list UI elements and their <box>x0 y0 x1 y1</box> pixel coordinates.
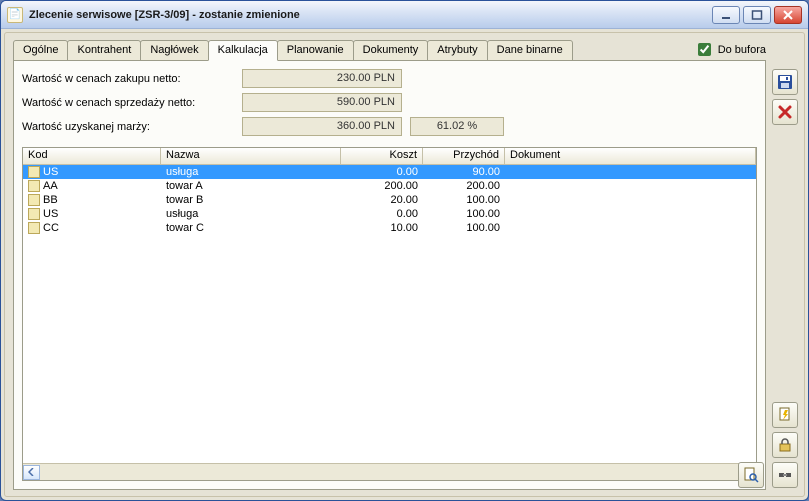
link-button[interactable] <box>772 462 798 488</box>
tab-planowanie[interactable]: Planowanie <box>277 40 354 61</box>
cancel-button[interactable] <box>772 99 798 125</box>
floppy-icon <box>777 74 793 90</box>
cell-koszt: 0.00 <box>341 207 423 221</box>
cell-koszt: 10.00 <box>341 221 423 235</box>
cell-dokument <box>505 179 756 193</box>
row-icon <box>28 208 40 220</box>
cell-kod: AA <box>23 179 161 193</box>
plug-icon <box>777 467 793 483</box>
tab-dokumenty[interactable]: Dokumenty <box>353 40 429 61</box>
table-row[interactable]: CCtowar C10.00100.00 <box>23 221 756 235</box>
cell-przychod: 90.00 <box>423 165 505 179</box>
cell-nazwa: towar A <box>161 179 341 193</box>
grid-body[interactable]: USusługa0.0090.00AAtowar A200.00200.00BB… <box>23 165 756 463</box>
tab-atrybuty[interactable]: Atrybuty <box>427 40 487 61</box>
cell-dokument <box>505 221 756 235</box>
window-controls <box>712 6 802 24</box>
bottom-right-toolbar <box>738 462 764 488</box>
cell-koszt: 0.00 <box>341 165 423 179</box>
table-row[interactable]: USusługa0.00100.00 <box>23 207 756 221</box>
grid-header[interactable]: Kod Nazwa Koszt Przychód Dokument <box>23 148 756 165</box>
minimize-button[interactable] <box>712 6 740 24</box>
side-toolbar-bottom <box>772 402 798 488</box>
net-purchase-value: 230.00 PLN <box>242 69 402 88</box>
cell-nazwa: towar B <box>161 193 341 207</box>
row-icon <box>28 222 40 234</box>
cell-dokument <box>505 207 756 221</box>
table-row[interactable]: BBtowar B20.00100.00 <box>23 193 756 207</box>
main-window: 📄 Zlecenie serwisowe [ZSR-3/09] - zostan… <box>0 0 809 501</box>
save-button[interactable] <box>772 69 798 95</box>
lock-button[interactable] <box>772 432 798 458</box>
to-buffer-input[interactable] <box>698 43 711 56</box>
magnifier-doc-icon <box>743 467 759 483</box>
table-row[interactable]: AAtowar A200.00200.00 <box>23 179 756 193</box>
cell-nazwa: towar C <box>161 221 341 235</box>
horizontal-scrollbar[interactable] <box>23 463 756 480</box>
cell-kod: US <box>23 207 161 221</box>
titlebar[interactable]: 📄 Zlecenie serwisowe [ZSR-3/09] - zostan… <box>1 1 808 29</box>
cell-przychod: 100.00 <box>423 193 505 207</box>
to-buffer-label: Do bufora <box>718 44 766 56</box>
scroll-left-button[interactable] <box>23 465 40 480</box>
cell-koszt: 200.00 <box>341 179 423 193</box>
net-sales-label: Wartość w cenach sprzedaży netto: <box>22 97 242 109</box>
tab-ogólne[interactable]: Ogólne <box>13 40 68 61</box>
tab-dane-binarne[interactable]: Dane binarne <box>487 40 573 61</box>
cell-kod: BB <box>23 193 161 207</box>
col-header-przychod[interactable]: Przychód <box>423 148 505 164</box>
cell-koszt: 20.00 <box>341 193 423 207</box>
col-header-dokument[interactable]: Dokument <box>505 148 756 164</box>
tab-kontrahent[interactable]: Kontrahent <box>67 40 141 61</box>
preview-button[interactable] <box>738 462 764 488</box>
cell-przychod: 100.00 <box>423 207 505 221</box>
col-header-nazwa[interactable]: Nazwa <box>161 148 341 164</box>
x-icon <box>777 104 793 120</box>
table-row[interactable]: USusługa0.0090.00 <box>23 165 756 179</box>
document-action-button[interactable] <box>772 402 798 428</box>
cell-przychod: 100.00 <box>423 221 505 235</box>
window-title: Zlecenie serwisowe [ZSR-3/09] - zostanie… <box>29 9 712 21</box>
net-purchase-label: Wartość w cenach zakupu netto: <box>22 73 242 85</box>
margin-percent: 61.02 % <box>410 117 504 136</box>
document-bolt-icon <box>777 407 793 423</box>
client-area: OgólneKontrahentNagłówekKalkulacjaPlanow… <box>4 32 805 497</box>
side-toolbar-top <box>772 69 798 125</box>
tab-strip: OgólneKontrahentNagłówekKalkulacjaPlanow… <box>13 40 572 61</box>
maximize-button[interactable] <box>743 6 771 24</box>
cell-dokument <box>505 165 756 179</box>
net-sales-value: 590.00 PLN <box>242 93 402 112</box>
cell-kod: CC <box>23 221 161 235</box>
row-icon <box>28 180 40 192</box>
cell-nazwa: usługa <box>161 207 341 221</box>
cell-przychod: 200.00 <box>423 179 505 193</box>
row-icon <box>28 194 40 206</box>
lock-icon <box>777 437 793 453</box>
tab-panel-kalkulacja: Wartość w cenach zakupu netto: 230.00 PL… <box>13 60 766 490</box>
tab-kalkulacja[interactable]: Kalkulacja <box>208 40 278 61</box>
cell-kod: US <box>23 165 161 179</box>
col-header-kod[interactable]: Kod <box>23 148 161 164</box>
app-icon: 📄 <box>7 7 23 23</box>
to-buffer-checkbox[interactable]: Do bufora <box>694 40 766 59</box>
close-button[interactable] <box>774 6 802 24</box>
scroll-track[interactable] <box>40 465 739 480</box>
tab-nagłówek[interactable]: Nagłówek <box>140 40 208 61</box>
cell-nazwa: usługa <box>161 165 341 179</box>
col-header-koszt[interactable]: Koszt <box>341 148 423 164</box>
margin-label: Wartość uzyskanej marży: <box>22 121 242 133</box>
cell-dokument <box>505 193 756 207</box>
calculation-grid[interactable]: Kod Nazwa Koszt Przychód Dokument USusłu… <box>22 147 757 481</box>
row-icon <box>28 166 40 178</box>
margin-value: 360.00 PLN <box>242 117 402 136</box>
